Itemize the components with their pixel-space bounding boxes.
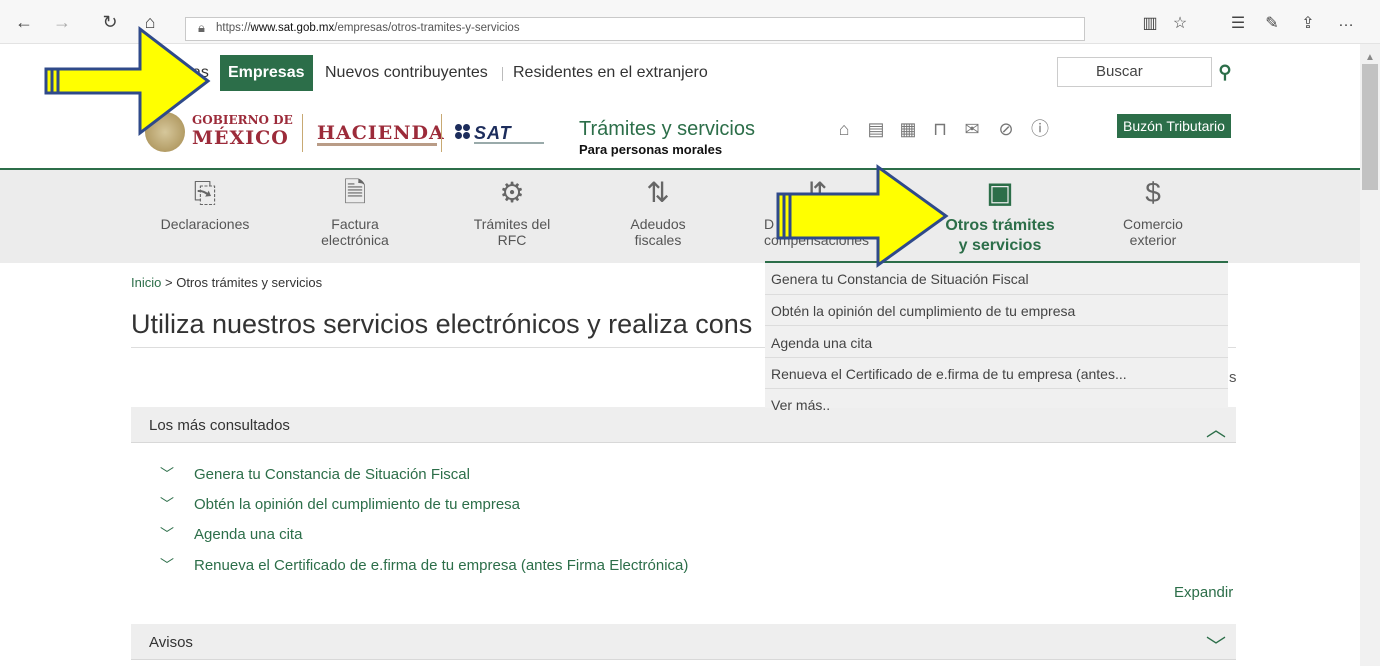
url-text: https://www.sat.gob.mx/empresas/otros-tr… [216, 22, 520, 34]
cat-tramites-rfc[interactable]: ⚙ Trámites del RFC [452, 174, 572, 248]
home-icon[interactable]: ⌂ [832, 118, 856, 140]
news-icon[interactable]: ▤ [864, 118, 888, 140]
chevron-down-icon: ﹀ [160, 557, 174, 573]
list-item[interactable]: ﹀ Genera tu Constancia de Situación Fisca… [160, 464, 470, 484]
search-icon[interactable]: ⚲ [1214, 57, 1236, 87]
hacienda-logo: HACIENDA [317, 122, 445, 144]
breadcrumb-current: Otros trámites y servicios [176, 275, 323, 290]
annotation-arrow-left [44, 25, 211, 137]
hacienda-logo-subline [317, 143, 437, 146]
cat-declaraciones[interactable]: ⎘ Declaraciones [145, 174, 265, 232]
otros-tramites-dropdown: Genera tu Constancia de Situación Fiscal… [765, 263, 1228, 413]
chevron-down-icon: ﹀ [160, 496, 174, 512]
expand-link[interactable]: Expandir [1174, 584, 1233, 601]
page-title: Utiliza nuestros servicios electrónicos … [131, 309, 753, 339]
favorites-list-icon[interactable]: ☰ [1226, 13, 1250, 33]
dropdown-divider [765, 325, 1228, 326]
chevron-down-icon[interactable]: ﹀ [1206, 630, 1226, 659]
pen-icon[interactable]: ✎ [1260, 13, 1284, 33]
dropdown-item[interactable]: Genera tu Constancia de Situación Fiscal [771, 271, 1226, 287]
search-input[interactable]: Buscar [1057, 57, 1212, 87]
coin-arrows-icon: ⇅ [646, 177, 670, 208]
cat-factura-electronica[interactable]: 🗎︎ Factura electrónica [295, 174, 415, 248]
favorite-star-icon[interactable]: ☆ [1168, 13, 1192, 33]
calendar-icon[interactable]: ▦ [896, 118, 920, 140]
compass-icon[interactable]: ⊘ [994, 118, 1018, 140]
computer-gear-icon: ⚙ [499, 177, 525, 208]
list-item[interactable]: ﹀ Agenda una cita [160, 524, 302, 544]
section-title: Trámites y servicios [579, 118, 755, 140]
help-icon[interactable]: ⓘ [1028, 118, 1052, 140]
book-icon[interactable]: ⊓ [928, 118, 952, 140]
panel-avisos-header[interactable]: Avisos ﹀ [131, 624, 1236, 660]
dropdown-divider [765, 357, 1228, 358]
buzon-tributario-button[interactable]: Buzón Tributario [1117, 114, 1231, 138]
dropdown-divider [765, 388, 1228, 389]
scroll-up-icon[interactable]: ▲ [1365, 52, 1375, 63]
nav-empresas[interactable]: Empresas [220, 55, 313, 91]
back-icon[interactable]: ← [12, 12, 36, 32]
list-item[interactable]: ﹀ Obtén la opinión del cumplimiento de tu… [160, 494, 520, 514]
page-scrollbar[interactable]: ▲ [1360, 44, 1380, 666]
nav-separator [502, 67, 503, 81]
address-bar[interactable]: 🔒︎ https://www.sat.gob.mx/empresas/otros… [185, 17, 1085, 41]
truncated-text: s [1229, 369, 1237, 386]
screen-chart-icon: ▣ [986, 177, 1014, 208]
breadcrumb-separator: > [164, 275, 173, 290]
annotation-arrow-right [776, 164, 949, 268]
mail-icon[interactable]: ✉ [960, 118, 984, 140]
more-icon[interactable]: … [1334, 13, 1358, 31]
list-item[interactable]: ﹀ Renueva el Certificado de e.firma de tu… [160, 555, 688, 575]
cat-comercio-exterior[interactable]: $ Comercio exterior [1093, 174, 1213, 248]
invoice-icon: 🗎︎ [343, 177, 367, 208]
panel-title: Avisos [149, 634, 193, 651]
sat-dots-icon [455, 124, 471, 140]
logo-divider [302, 114, 303, 152]
dropdown-item[interactable]: Obtén la opinión del cumplimiento de tu … [771, 303, 1226, 319]
cat-otros-tramites[interactable]: ▣ Otros trámites y servicios [930, 174, 1070, 256]
breadcrumb: Inicio > Otros trámites y servicios [131, 275, 322, 290]
panel-title: Los más consultados [149, 417, 290, 434]
sat-logo: SAT [474, 123, 512, 143]
nav-residentes-extranjero[interactable]: Residentes en el extranjero [513, 64, 708, 82]
section-subtitle: Para personas morales [579, 142, 723, 157]
document-arrows-icon: ⎘ [193, 177, 217, 208]
chevron-down-icon: ﹀ [160, 526, 174, 542]
reading-view-icon[interactable]: ▥ [1138, 13, 1162, 33]
chevron-up-icon[interactable]: ︿ [1206, 413, 1226, 442]
dropdown-item[interactable]: Agenda una cita [771, 335, 1226, 351]
dropdown-item-ver-mas[interactable]: Ver más.. [771, 397, 1226, 413]
dropdown-item[interactable]: Renueva el Certificado de e.firma de tu … [771, 366, 1226, 382]
scroll-thumb[interactable] [1362, 64, 1378, 190]
nav-nuevos-contribuyentes[interactable]: Nuevos contribuyentes [325, 64, 488, 82]
sat-logo-subline [474, 142, 544, 144]
category-bar: ⎘ Declaraciones 🗎︎ Factura electrónica ⚙… [0, 168, 1360, 263]
dollar-coin-icon: $ [1145, 177, 1161, 208]
chevron-down-icon: ﹀ [160, 466, 174, 482]
cat-adeudos-fiscales[interactable]: ⇅ Adeudos fiscales [598, 174, 718, 248]
breadcrumb-home-link[interactable]: Inicio [131, 275, 161, 290]
share-icon[interactable]: ⇪ [1296, 13, 1320, 33]
dropdown-divider [765, 294, 1228, 295]
logo-divider [441, 114, 442, 152]
